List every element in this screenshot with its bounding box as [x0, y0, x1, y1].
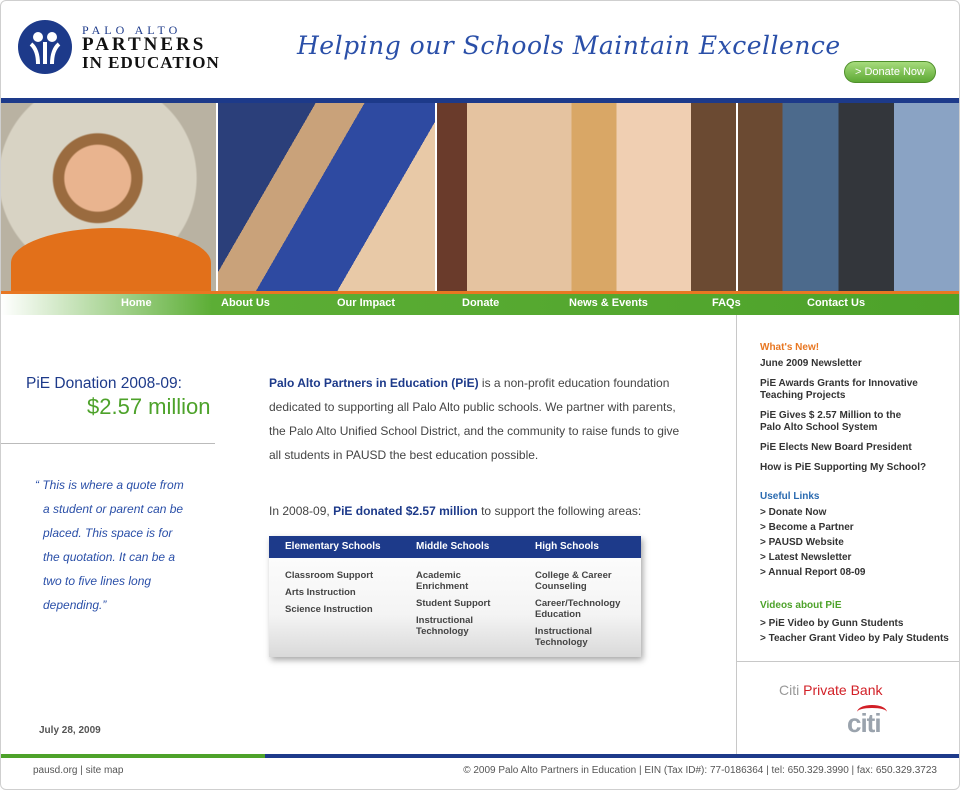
footer-bar-green — [1, 754, 265, 758]
nav-faqs[interactable]: FAQs — [712, 297, 741, 309]
news-item[interactable]: PiE Elects New Board President — [760, 442, 955, 454]
video-link-paly[interactable]: > Teacher Grant Video by Paly Students — [760, 631, 955, 646]
nav-news-events[interactable]: News & Events — [569, 297, 648, 309]
citi-logo[interactable]: citi — [847, 708, 882, 739]
table-cell: Science Instruction — [285, 604, 373, 615]
page-frame: PALO ALTO PARTNERS IN EDUCATION Helping … — [0, 0, 960, 790]
useful-links-heading: Useful Links — [760, 491, 820, 502]
table-cell: Arts Instruction — [285, 587, 356, 598]
donation-sentence-post: to support the following areas: — [477, 504, 642, 518]
sponsor-label[interactable]: Citi Private Bank — [779, 682, 883, 698]
donation-amount: $2.57 million — [87, 394, 211, 419]
left-divider — [1, 443, 215, 444]
logo-line-3: IN EDUCATION — [82, 53, 220, 72]
link-latest-newsletter[interactable]: > Latest Newsletter — [760, 550, 955, 565]
donation-sentence-pre: In 2008-09, — [269, 504, 334, 518]
table-header-high: High Schools — [535, 541, 599, 552]
table-cell: Career/Technology Education — [535, 598, 621, 620]
quote-line: the quotation. It can be a — [43, 550, 176, 564]
whats-new-section: What's New! June 2009 Newsletter PiE Awa… — [760, 342, 955, 474]
footer-links[interactable]: pausd.org | site map — [33, 765, 123, 776]
nav-donate[interactable]: Donate — [462, 297, 499, 309]
banner-photo-lab — [738, 103, 959, 291]
donate-now-button[interactable]: > Donate Now — [844, 61, 936, 83]
table-cell: College & Career Counseling — [535, 570, 612, 592]
donation-title: PiE Donation 2008-09: — [26, 375, 182, 392]
table-header-elementary: Elementary Schools — [285, 541, 381, 552]
support-areas-table: Elementary Schools Middle Schools High S… — [269, 536, 641, 657]
videos-section: Videos about PiE > PiE Video by Gunn Stu… — [760, 600, 955, 646]
news-item[interactable]: How is PiE Supporting My School? — [760, 462, 955, 474]
tagline: Helping our Schools Maintain Excellence — [297, 31, 841, 60]
nav-about-us[interactable]: About Us — [221, 297, 270, 309]
nav-our-impact[interactable]: Our Impact — [337, 297, 395, 309]
news-item[interactable]: PiE Awards Grants for Innovative Teachin… — [760, 378, 930, 402]
nav-contact-us[interactable]: Contact Us — [807, 297, 865, 309]
intro-org-name: Palo Alto Partners in Education (PiE) — [269, 376, 479, 390]
sponsor-prefix: Citi — [779, 682, 800, 698]
table-cell: Student Support — [416, 598, 491, 609]
photo-banner — [1, 103, 959, 291]
donation-sentence-highlight: PiE donated $2.57 million — [333, 504, 478, 518]
sponsor-name: Private Bank — [803, 682, 883, 698]
useful-links-section: Useful Links > Donate Now > Become a Par… — [760, 491, 955, 580]
banner-photo-students-flute — [218, 103, 435, 291]
quote-line: a student or parent can be — [43, 502, 184, 516]
table-cell: Academic Enrichment — [416, 570, 469, 592]
banner-photo-boy — [1, 103, 216, 291]
banner-photo-reading — [437, 103, 736, 291]
nav-home[interactable]: Home — [121, 297, 152, 309]
news-item[interactable]: June 2009 Newsletter — [760, 358, 955, 370]
main-nav: Home About Us Our Impact Donate News & E… — [1, 294, 959, 315]
donation-sentence: In 2008-09, PiE donated $2.57 million to… — [269, 504, 641, 518]
quote-line: two to five lines long — [43, 574, 152, 588]
link-donate-now[interactable]: > Donate Now — [760, 505, 955, 520]
table-header-middle: Middle Schools — [416, 541, 490, 552]
logo[interactable]: PALO ALTO PARTNERS IN EDUCATION — [18, 20, 228, 80]
table-cell: Instructional Technology — [535, 626, 593, 648]
table-cell: Classroom Support — [285, 570, 374, 581]
sponsor-divider — [737, 661, 959, 662]
post-date: July 28, 2009 — [39, 725, 101, 736]
whats-new-heading: What's New! — [760, 342, 820, 353]
quote-line: depending.” — [43, 598, 107, 612]
table-header-row: Elementary Schools Middle Schools High S… — [269, 536, 641, 558]
logo-emblem-icon — [18, 20, 72, 74]
footer-copyright: © 2009 Palo Alto Partners in Education |… — [463, 765, 937, 776]
intro-paragraph: Palo Alto Partners in Education (PiE) is… — [269, 371, 689, 467]
table-cell: Instructional Technology — [416, 615, 474, 637]
link-pausd-website[interactable]: > PAUSD Website — [760, 535, 955, 550]
quote-line: placed. This space is for — [43, 526, 173, 540]
footer-bar-blue — [265, 754, 959, 758]
link-become-partner[interactable]: > Become a Partner — [760, 520, 955, 535]
sidebar-divider — [736, 315, 737, 755]
videos-heading: Videos about PiE — [760, 600, 842, 611]
news-item[interactable]: PiE Gives $ 2.57 Million to the Palo Alt… — [760, 410, 920, 434]
video-link-gunn[interactable]: > PiE Video by Gunn Students — [760, 616, 955, 631]
quote-line: “ This is where a quote from — [35, 478, 184, 492]
quote-block: “ This is where a quote from a student o… — [35, 473, 195, 617]
link-annual-report[interactable]: > Annual Report 08-09 — [760, 565, 955, 580]
